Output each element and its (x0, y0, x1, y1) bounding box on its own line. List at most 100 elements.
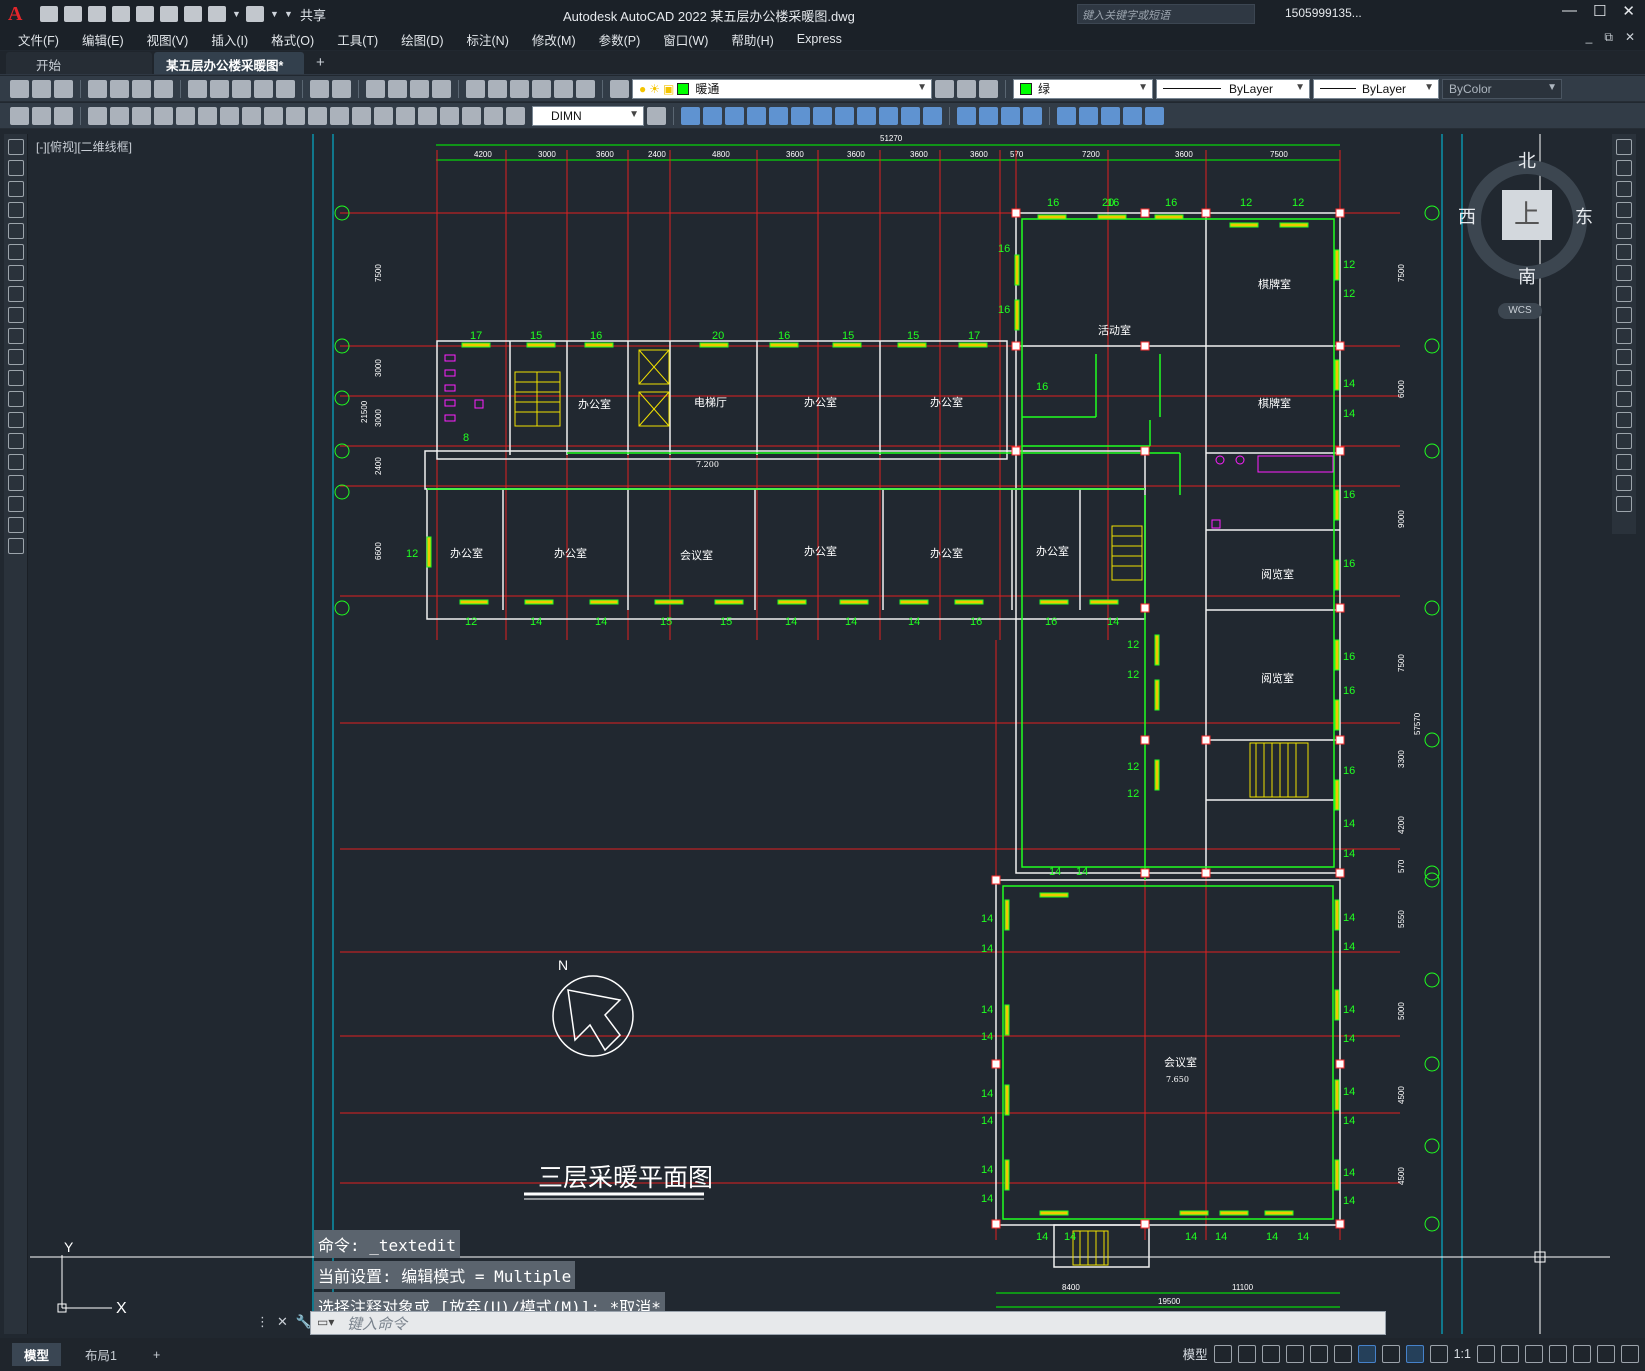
customize-dropdown-icon[interactable]: ▼ (284, 6, 293, 22)
isodraft-icon[interactable] (1309, 1344, 1328, 1363)
break-icon[interactable] (901, 106, 920, 125)
model-space-button[interactable]: 模型 (1183, 1344, 1208, 1363)
scale-icon[interactable] (813, 106, 832, 125)
cut-icon[interactable] (188, 79, 207, 98)
dim-text-edit-icon[interactable] (484, 106, 503, 125)
layer-manager-icon[interactable] (610, 79, 629, 98)
add-selected-icon[interactable] (8, 538, 24, 554)
array-icon[interactable] (747, 106, 766, 125)
dimstyle-manager-icon[interactable] (647, 106, 666, 125)
center-mark-icon[interactable] (396, 106, 415, 125)
menu-dimension[interactable]: 标注(N) (467, 30, 509, 49)
properties-icon[interactable] (466, 79, 485, 98)
move-icon[interactable] (1616, 244, 1632, 260)
compass-south[interactable]: 南 (1518, 263, 1536, 289)
help-icon[interactable] (576, 79, 595, 98)
user-account[interactable]: 1505999135... (1285, 6, 1362, 20)
drawing-canvas[interactable]: Y X 4200 3000 3600 2400 4800 3600 3600 3600 3600… (30, 134, 1610, 1334)
menu-window[interactable]: 窗口(W) (663, 30, 708, 49)
multiline-text-icon[interactable] (8, 517, 24, 533)
wcs-menu[interactable]: WCS (1498, 303, 1542, 319)
open-web-icon[interactable] (136, 6, 154, 22)
object-snap-tracking-icon[interactable] (1333, 1344, 1352, 1363)
viewcube[interactable]: 上 北 南 东 西 WCS (1458, 145, 1593, 325)
new-icon[interactable] (10, 79, 29, 98)
ortho-icon[interactable] (1261, 1344, 1280, 1363)
insert-block-icon[interactable] (8, 370, 24, 386)
annotation-monitor-icon[interactable] (1501, 1344, 1519, 1363)
zoom-previous-icon[interactable] (432, 79, 451, 98)
plot-icon[interactable] (88, 79, 107, 98)
dim-update-icon[interactable] (506, 106, 525, 125)
plot-icon[interactable] (184, 6, 202, 22)
redo-icon[interactable] (246, 6, 264, 22)
revision-cloud-icon[interactable] (8, 286, 24, 302)
trim-icon[interactable] (857, 106, 876, 125)
stretch-icon[interactable] (1616, 307, 1632, 323)
isolate-objects-icon[interactable] (1573, 1344, 1591, 1363)
undo-icon[interactable] (310, 79, 329, 98)
menu-format[interactable]: 格式(O) (271, 30, 314, 49)
make-block-icon[interactable] (8, 391, 24, 407)
redo-icon[interactable] (332, 79, 351, 98)
spline-icon[interactable] (8, 307, 24, 323)
diameter-dim-icon[interactable] (220, 106, 239, 125)
break-at-point-icon[interactable] (1616, 370, 1632, 386)
inspect-icon[interactable] (418, 106, 437, 125)
close-button[interactable]: ✕ (1622, 2, 1635, 20)
design-center-icon[interactable] (488, 79, 507, 98)
new-file-icon[interactable] (40, 6, 58, 22)
clean-screen-icon[interactable] (1597, 1344, 1615, 1363)
text-style-icon[interactable] (10, 106, 29, 125)
zoom-window-icon[interactable] (410, 79, 429, 98)
tool-palettes-icon[interactable] (510, 79, 529, 98)
doc-minimize-button[interactable]: _ (1586, 30, 1593, 45)
new-tab-button[interactable]: + (306, 54, 335, 74)
object-snap-icon[interactable] (1357, 1344, 1376, 1363)
tab-active-drawing[interactable]: 某五层办公楼采暖图* ✕ (154, 52, 304, 89)
break-icon[interactable] (1616, 391, 1632, 407)
jogged-linear-icon[interactable] (440, 106, 459, 125)
calculator-icon[interactable] (554, 79, 573, 98)
rotate-icon[interactable] (1616, 265, 1632, 281)
compass-east[interactable]: 东 (1575, 203, 1593, 229)
auto-scale-icon[interactable] (1429, 1344, 1448, 1363)
draw-order-above-icon[interactable] (1101, 106, 1120, 125)
text-to-front-icon[interactable] (1145, 106, 1164, 125)
polyline-icon[interactable] (8, 181, 24, 197)
doc-restore-button[interactable]: ⧉ (1604, 30, 1613, 45)
mleader-style-icon[interactable] (54, 106, 73, 125)
menu-modify[interactable]: 修改(M) (532, 30, 576, 49)
3d-print-icon[interactable] (154, 79, 173, 98)
save-icon[interactable] (88, 6, 106, 22)
explode-icon[interactable] (1001, 106, 1020, 125)
customization-menu-icon[interactable] (1621, 1344, 1639, 1363)
dim-break-icon[interactable] (352, 106, 371, 125)
draw-order-front-icon[interactable] (1057, 106, 1076, 125)
match-properties-icon[interactable] (254, 79, 273, 98)
units-icon[interactable] (1525, 1344, 1543, 1363)
sheet-set-icon[interactable] (532, 79, 551, 98)
join-icon[interactable] (923, 106, 942, 125)
undo-dropdown-icon[interactable]: ▼ (232, 6, 241, 22)
grid-icon[interactable] (1213, 1344, 1232, 1363)
zoom-realtime-icon[interactable] (388, 79, 407, 98)
array-icon[interactable] (1616, 223, 1632, 239)
explode-icon[interactable] (1616, 496, 1632, 512)
menu-file[interactable]: 文件(F) (18, 30, 59, 49)
undo-icon[interactable] (208, 6, 226, 22)
layer-state-icon[interactable] (979, 79, 998, 98)
menu-view[interactable]: 视图(V) (147, 30, 189, 49)
share-button[interactable]: 共享 (300, 5, 326, 24)
rotate-icon[interactable] (791, 106, 810, 125)
save-web-icon[interactable] (160, 6, 178, 22)
dimstyle-select[interactable]: DIMN ▼ (532, 105, 644, 126)
save-as-icon[interactable] (112, 6, 130, 22)
ellipse-arc-icon[interactable] (8, 349, 24, 365)
polygon-icon[interactable] (8, 202, 24, 218)
continue-dim-icon[interactable] (308, 106, 327, 125)
layer-select[interactable]: ● ☀ ▣ 暖通 ▼ (632, 78, 932, 99)
grip-handle-icon[interactable]: ⋮ (256, 1314, 269, 1330)
maximize-button[interactable]: ☐ (1593, 2, 1606, 20)
aligned-dim-icon[interactable] (110, 106, 129, 125)
